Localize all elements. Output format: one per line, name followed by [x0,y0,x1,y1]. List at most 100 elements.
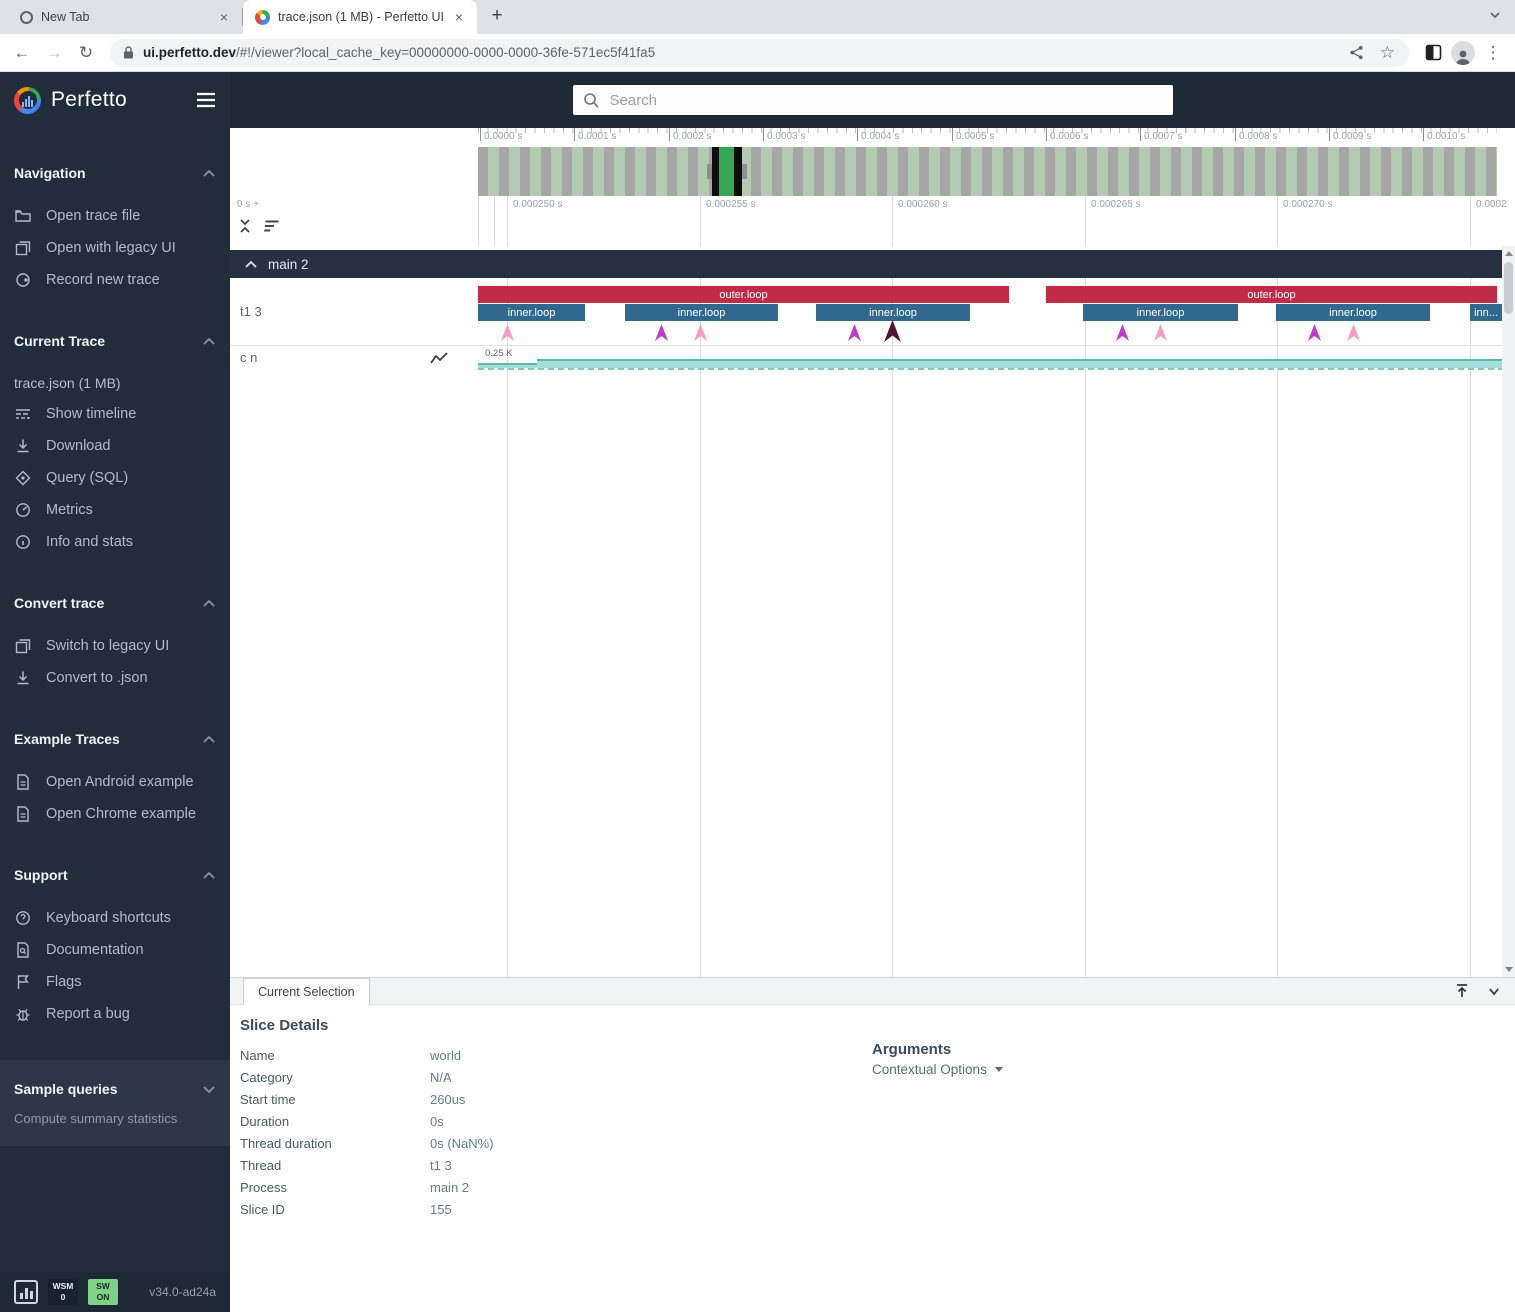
sidebar-item-keyboard-shortcuts[interactable]: Keyboard shortcuts [0,902,230,934]
sidebar-item-open-legacy-ui[interactable]: Open with legacy UI [0,232,230,264]
process-group-main2[interactable]: main 2 [230,250,1502,278]
back-button[interactable]: ← [8,39,36,67]
timeline-overview[interactable]: 0.0000 s 0.0001 s 0.0002 s 0.0003 s 0.00… [230,128,1515,196]
sidebar-item-metrics[interactable]: Metrics [0,494,230,526]
sort-tracks-icon[interactable] [263,218,281,234]
url-bar[interactable]: ui.perfetto.dev/#!/viewer?local_cache_ke… [110,39,1409,67]
sidebar-item-record-new-trace[interactable]: Record new trace [0,264,230,296]
browser-menu-kebab-icon[interactable]: ⋮ [1479,39,1507,67]
flow-arrow-magenta[interactable] [848,324,861,341]
flow-arrow-magenta[interactable] [1116,324,1129,341]
tab-current-selection[interactable]: Current Selection [243,978,370,1005]
side-panel-icon[interactable] [1419,39,1447,67]
hiring-chart-icon[interactable] [14,1280,38,1304]
slice-inner-loop[interactable]: inner.loop [816,304,970,321]
overview-tick-label: 0.0007 s [1144,131,1182,142]
collapse-tracks-icon[interactable] [237,218,253,234]
counter-baseline-dashed [478,368,1502,370]
forward-button[interactable]: → [40,39,68,67]
section-collapse-icon[interactable] [202,169,216,178]
collapse-panel-chevron-icon[interactable] [1485,982,1503,1000]
sidebar-item-info-and-stats[interactable]: Info and stats [0,526,230,558]
details-panel: Current Selection Slice Details Nameworl… [230,977,1515,1312]
slice-inner-loop-clipped[interactable]: inn... [1470,304,1502,321]
section-collapse-icon[interactable] [202,337,216,346]
sidebar-item-download[interactable]: Download [0,430,230,462]
show-graph-icon[interactable] [430,351,448,365]
section-collapse-icon[interactable] [202,735,216,744]
sidebar-item-label: Documentation [46,942,144,958]
sidebar-item-flags[interactable]: Flags [0,966,230,998]
expand-panel-icon[interactable] [1453,982,1471,1000]
section-collapse-icon[interactable] [202,871,216,880]
counter-track-label: c n [240,350,430,365]
browser-tab-perfetto[interactable]: trace.json (1 MB) - Perfetto UI × [243,0,477,34]
viewport-left-edge[interactable] [712,147,719,196]
minimap[interactable] [478,147,1497,196]
sidebar-item-convert-to-json[interactable]: Convert to .json [0,662,230,694]
tab-close-icon[interactable]: × [451,9,467,25]
thread-track-t13[interactable]: t1 3 outer.loop outer.loop inner.loop in… [230,278,1502,346]
sidebar-header: Perfetto [0,72,230,128]
new-tab-button[interactable]: + [483,3,511,31]
avatar[interactable] [1451,41,1475,65]
sidebar-item-open-chrome-example[interactable]: Open Chrome example [0,798,230,830]
vertical-scrollbar[interactable] [1502,246,1515,977]
hamburger-menu-icon[interactable] [196,92,216,108]
sample-query-compute-summary[interactable]: Compute summary statistics [0,1106,230,1130]
slice-inner-loop[interactable]: inner.loop [625,304,778,321]
download-icon [14,669,32,687]
section-collapse-icon[interactable] [202,599,216,608]
detail-value: 260us [430,1092,465,1107]
viewport-right-edge[interactable] [734,147,742,196]
sidebar-item-switch-legacy-ui[interactable]: Switch to legacy UI [0,630,230,662]
sidebar-item-open-android-example[interactable]: Open Android example [0,766,230,798]
slice-outer-loop[interactable]: outer.loop [478,286,1009,303]
slice-outer-loop[interactable]: outer.loop [1046,286,1497,303]
tab-title: New Tab [41,10,208,24]
table-row: Slice ID155 [240,1198,1515,1220]
flow-arrow-magenta[interactable] [1308,324,1321,341]
sidebar-item-show-timeline[interactable]: Show timeline [0,398,230,430]
tabstrip-chevron-down-icon[interactable] [1489,9,1501,21]
counter-track-cn[interactable]: c n 0.25 K [230,346,1502,369]
flow-arrow-pink[interactable] [694,324,707,341]
section-title: Navigation [14,165,86,181]
flow-arrow-selected[interactable] [884,320,901,342]
record-icon [14,271,32,289]
overview-tick-label: 0.0002 s [673,131,711,142]
search-input[interactable] [610,92,1163,109]
search-icon [583,92,600,109]
slice-inner-loop[interactable]: inner.loop [1083,304,1238,321]
flow-arrow-pink[interactable] [1154,324,1167,341]
contextual-options-dropdown[interactable]: Contextual Options [872,1062,1003,1077]
time-ruler[interactable]: 0 s + 0.000250 s 0.000255 s 0.000260 s 0… [230,196,1515,246]
table-row: Start time260us [240,1088,1515,1110]
slice-inner-loop[interactable]: inner.loop [478,304,585,321]
viewport-right-handle[interactable] [742,164,747,179]
flow-arrow-pink[interactable] [1347,324,1360,341]
query-diamond-icon [14,469,32,487]
overview-tick-label: 0.0001 s [578,131,616,142]
help-icon [14,909,32,927]
reload-button[interactable]: ↻ [72,39,100,67]
detail-label: Start time [240,1092,430,1107]
search-box[interactable] [573,85,1173,115]
slice-inner-loop[interactable]: inner.loop [1276,304,1430,321]
scroll-down-icon[interactable] [1505,967,1513,972]
sidebar-item-open-trace-file[interactable]: Open trace file [0,200,230,232]
browser-tab-newtab[interactable]: New Tab × [8,0,242,34]
sidebar-item-query-sql[interactable]: Query (SQL) [0,462,230,494]
bookmark-star-icon[interactable]: ☆ [1376,43,1399,63]
scroll-up-icon[interactable] [1505,251,1513,256]
sidebar-item-documentation[interactable]: Documentation [0,934,230,966]
scrollbar-thumb[interactable] [1504,262,1513,314]
flow-arrow-pink[interactable] [501,324,514,341]
tab-close-icon[interactable]: × [216,9,232,25]
share-icon[interactable] [1345,45,1368,60]
viewport-region[interactable] [719,147,734,196]
sidebar-item-report-a-bug[interactable]: Report a bug [0,998,230,1030]
slice-details-heading: Slice Details [240,1017,1515,1034]
section-expand-icon[interactable] [202,1085,216,1094]
flow-arrow-magenta[interactable] [655,324,668,341]
